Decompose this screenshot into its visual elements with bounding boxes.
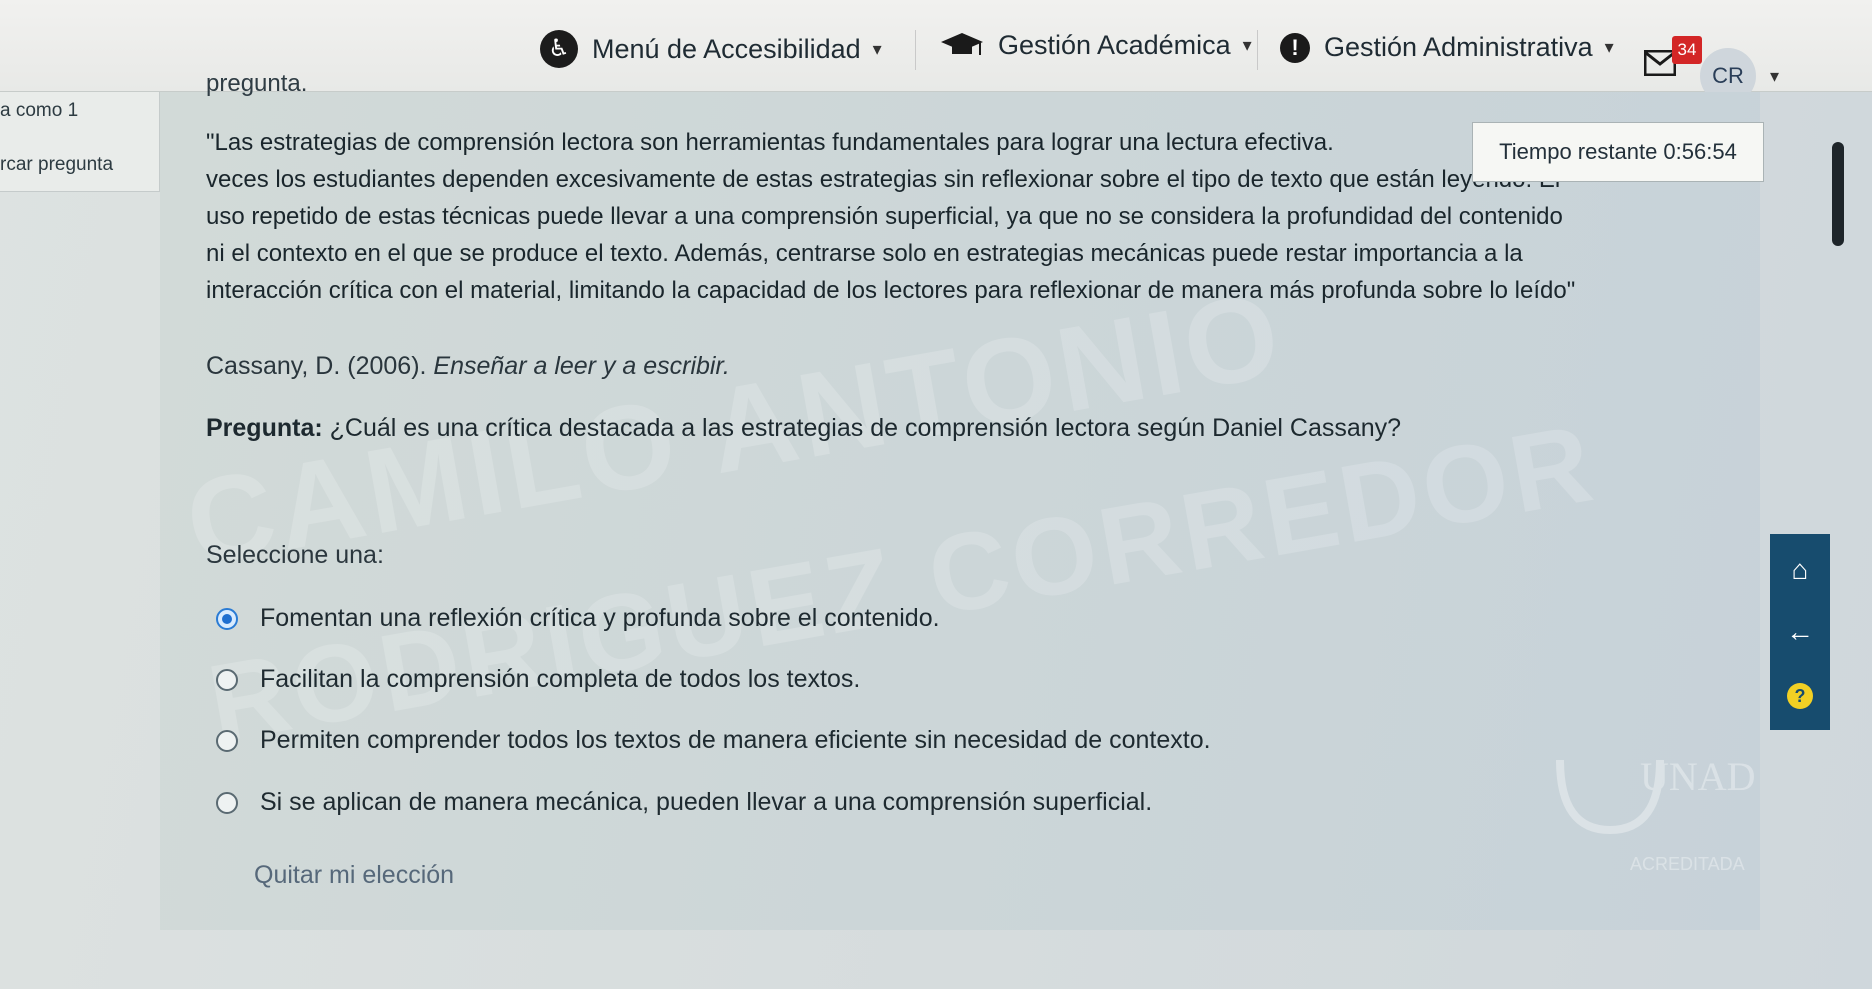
quote-line: interacción crítica con el material, lim… [206, 277, 1576, 304]
administrative-menu-label: Gestión Administrativa [1324, 32, 1593, 62]
answer-option-label[interactable]: Facilitan la comprensión completa de tod… [260, 665, 860, 694]
side-tools: ⌂ ← ? [1770, 534, 1830, 730]
question-nav-sidebar: a como 1 rcar pregunta [0, 92, 160, 192]
answer-option[interactable]: Facilitan la comprensión completa de tod… [216, 665, 860, 694]
question-prompt: Pregunta: ¿Cuál es una crítica destacada… [206, 414, 1401, 443]
nav-divider [1257, 30, 1258, 70]
answer-option-label[interactable]: Si se aplican de manera mecánica, pueden… [260, 788, 1152, 817]
question-fragment: pregunta. [206, 70, 308, 97]
radio[interactable] [216, 729, 238, 752]
quote-source: Cassany, D. (2006). Enseñar a leer y a e… [206, 352, 730, 381]
page: ♿ Menú de Accesibilidad ▾ Gestión Académ… [0, 0, 1872, 989]
accessibility-icon: ♿ [540, 30, 578, 68]
logo-tagline: ACREDITADA [1630, 854, 1745, 874]
question-number: a como 1 [0, 100, 79, 121]
radio-selected[interactable] [216, 607, 238, 630]
radio[interactable] [216, 791, 238, 814]
academic-menu-label: Gestión Académica [998, 30, 1231, 60]
home-icon[interactable]: ⌂ [1770, 550, 1830, 590]
source-title: Enseñar a leer y a escribir. [433, 352, 730, 380]
clear-choice-link[interactable]: Quitar mi elección [254, 861, 454, 890]
quote-line: uso repetido de estas técnicas puede lle… [206, 203, 1563, 230]
chevron-down-icon[interactable]: ▾ [1770, 66, 1779, 87]
arrow-left-icon[interactable]: ← [1770, 612, 1830, 652]
answer-option[interactable]: Si se aplican de manera mecánica, pueden… [216, 788, 1152, 817]
answer-option[interactable]: Fomentan una reflexión crítica y profund… [216, 604, 940, 633]
help-icon[interactable]: ? [1770, 674, 1830, 714]
select-one-label: Seleccione una: [206, 541, 384, 569]
flag-question-link[interactable]: rcar pregunta [0, 154, 113, 176]
chevron-down-icon: ▾ [1242, 35, 1252, 55]
accessibility-menu[interactable]: ♿ Menú de Accesibilidad ▾ [540, 30, 882, 68]
question-prompt-text: ¿Cuál es una crítica destacada a las est… [322, 414, 1402, 442]
administrative-menu[interactable]: ! Gestión Administrativa ▾ [1280, 32, 1614, 63]
academic-menu[interactable]: Gestión Académica ▾ [940, 30, 1252, 61]
notification-badge: 34 [1672, 36, 1702, 64]
answer-option-label[interactable]: Fomentan una reflexión crítica y profund… [260, 604, 940, 633]
answer-option-label[interactable]: Permiten comprender todos los textos de … [260, 726, 1211, 755]
graduation-cap-icon [940, 31, 984, 61]
question-prompt-label: Pregunta: [206, 414, 323, 442]
scrollbar-thumb[interactable] [1832, 142, 1844, 246]
quote-line: ni el contexto en el que se produce el t… [206, 240, 1523, 267]
source-author: Cassany, D. (2006). [206, 352, 434, 380]
chevron-down-icon: ▾ [872, 38, 882, 59]
chevron-down-icon: ▾ [1604, 37, 1614, 57]
radio[interactable] [216, 668, 238, 691]
unad-logo: UNAD ACREDITADA [1540, 720, 1760, 880]
warning-icon: ! [1280, 32, 1310, 63]
accessibility-menu-label: Menú de Accesibilidad [592, 33, 861, 64]
logo-name: UNAD [1640, 754, 1756, 799]
time-remaining: Tiempo restante 0:56:54 [1472, 122, 1764, 182]
answer-option[interactable]: Permiten comprender todos los textos de … [216, 726, 1211, 755]
nav-divider [915, 30, 916, 70]
